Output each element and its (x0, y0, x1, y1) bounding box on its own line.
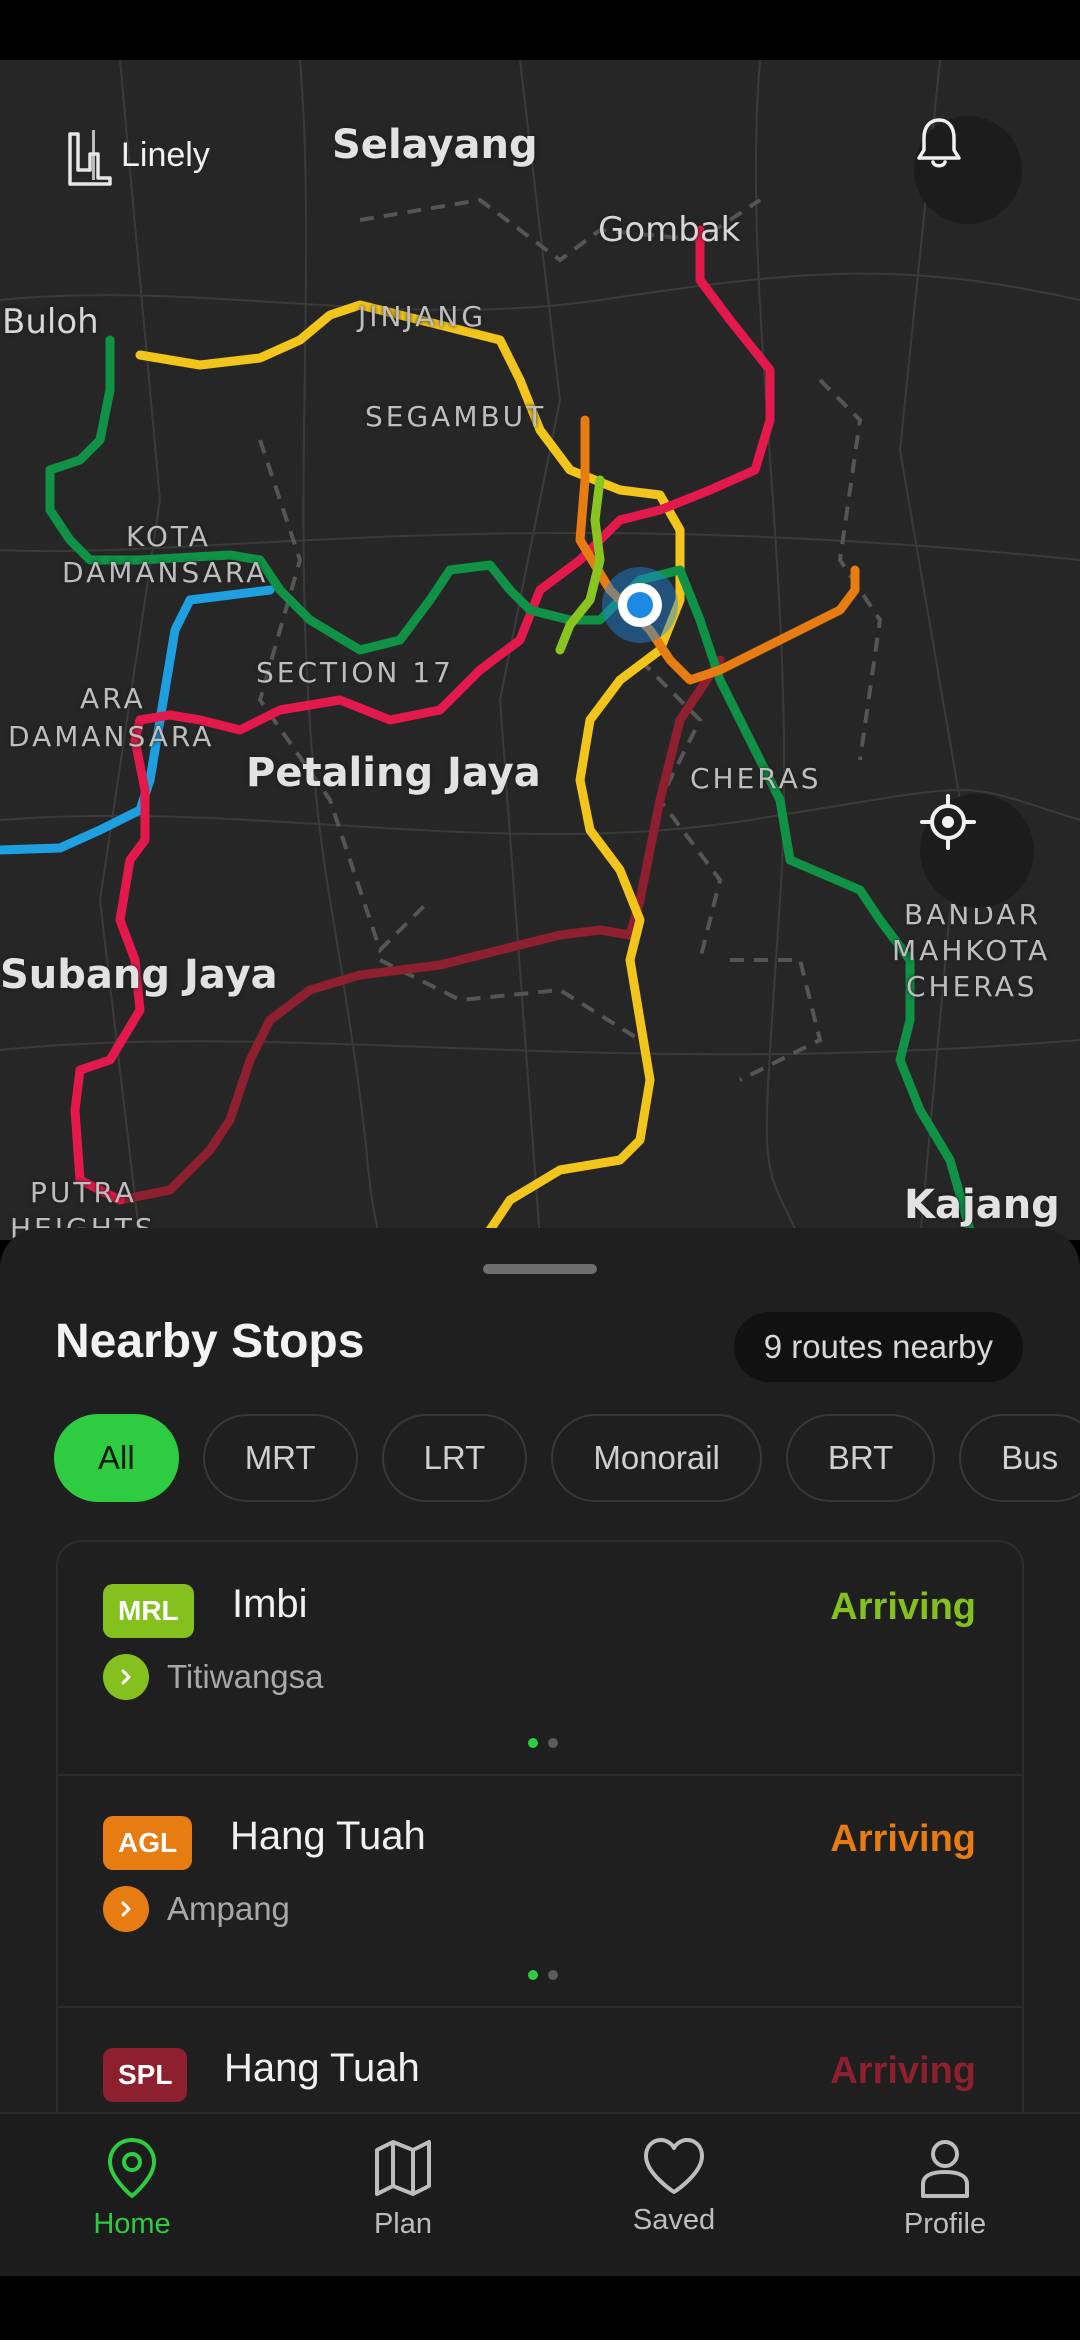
filter-chip-mrt[interactable]: MRT (202, 1414, 358, 1502)
stop-card-imbi[interactable]: MRL Imbi Arriving Titiwangsa (58, 1542, 1022, 1776)
map-label-kajang: Kajang (904, 1182, 1060, 1228)
map-label-cheras-2: CHERAS (906, 970, 1038, 1003)
nav-plan[interactable]: Plan (313, 2136, 493, 2241)
map-label-kota-damansara: DAMANSARA (62, 556, 269, 589)
nav-profile[interactable]: Profile (855, 2136, 1035, 2241)
nearby-stops-sheet: Nearby Stops 9 routes nearby All MRT LRT… (0, 1228, 1080, 2232)
pager-dots (528, 1738, 558, 1748)
nav-home[interactable]: Home (42, 2136, 222, 2241)
nav-saved[interactable]: Saved (584, 2136, 764, 2237)
chevron-right-icon (103, 1654, 149, 1700)
map-label-ara: ARA (80, 682, 146, 715)
map-label-petaling-jaya: Petaling Jaya (246, 750, 541, 796)
stop-card-hang-tuah-agl[interactable]: AGL Hang Tuah Arriving Ampang (58, 1774, 1022, 2008)
nav-label: Plan (373, 2208, 433, 2240)
filter-chip-brt[interactable]: BRT (785, 1414, 936, 1502)
bottom-navigation: Home Plan Saved Profile (0, 2112, 1080, 2278)
nav-label: Home (93, 2208, 171, 2240)
filter-chip-bus[interactable]: Bus (959, 1414, 1080, 1502)
pager-dots (528, 1970, 558, 1980)
filter-chip-lrt[interactable]: LRT (381, 1414, 528, 1502)
map-label-jinjang: JINJANG (358, 300, 487, 333)
chevron-right-icon (103, 1886, 149, 1932)
map-canvas (0, 60, 1080, 1240)
direction-row: Titiwangsa (103, 1654, 324, 1700)
crosshair-icon (920, 794, 976, 850)
logo-icon (68, 132, 112, 186)
map-label-segambut: SEGAMBUT (365, 400, 547, 433)
bell-icon (917, 118, 961, 168)
arrival-status: Arriving (830, 2050, 976, 2092)
stop-name: Imbi (232, 1582, 308, 1626)
heart-icon (644, 2138, 704, 2194)
recenter-location-button[interactable] (920, 794, 1034, 908)
arrival-status: Arriving (830, 1586, 976, 1628)
map-label-section17: SECTION 17 (256, 656, 454, 689)
map-label-cheras: CHERAS (690, 762, 822, 795)
notifications-button[interactable] (914, 116, 1022, 224)
transit-map[interactable]: Selayang Gombak Buloh JINJANG SEGAMBUT K… (0, 60, 1080, 1240)
destination-label: Ampang (167, 1890, 290, 1927)
pager-dot (548, 1738, 558, 1748)
pager-dot-active (528, 1738, 538, 1748)
line-code-badge: AGL (103, 1816, 193, 1870)
app-name: Linely (121, 135, 210, 174)
routes-nearby-badge: 9 routes nearby (733, 1312, 1023, 1382)
pager-dot (548, 1970, 558, 1980)
road-network (0, 60, 1080, 1240)
location-pin-icon (108, 2138, 156, 2198)
map-label-gombak: Gombak (598, 210, 741, 250)
line-orange (575, 415, 860, 685)
stop-name: Hang Tuah (230, 1814, 426, 1858)
stop-name: Hang Tuah (224, 2046, 420, 2090)
sheet-title: Nearby Stops (55, 1315, 365, 1368)
nav-label: Saved (632, 2204, 716, 2236)
line-code-badge: MRL (103, 1584, 194, 1638)
map-label-buloh: Buloh (2, 302, 99, 342)
destination-label: Titiwangsa (167, 1658, 324, 1695)
map-label-ara-damansara: DAMANSARA (8, 720, 215, 753)
nav-label: Profile (903, 2208, 987, 2240)
filter-chip-monorail[interactable]: Monorail (551, 1414, 762, 1502)
user-icon (921, 2140, 969, 2198)
map-label-kota: KOTA (126, 520, 211, 553)
app-logo: Linely (66, 130, 210, 186)
system-navigation-bar (0, 2276, 1080, 2340)
filter-chips: All MRT LRT Monorail BRT Bus (54, 1414, 1080, 1502)
sheet-drag-handle[interactable] (483, 1264, 597, 1274)
pager-dot-active (528, 1970, 538, 1980)
map-label-putra: PUTRA (30, 1176, 137, 1209)
direction-row: Ampang (103, 1886, 290, 1932)
map-label-subang-jaya: Subang Jaya (0, 952, 278, 998)
map-icon (375, 2140, 431, 2196)
map-label-mahkota: MAHKOTA (892, 934, 1051, 967)
status-bar (0, 0, 1080, 60)
line-code-badge: SPL (103, 2048, 188, 2102)
map-label-selayang: Selayang (332, 122, 538, 168)
arrival-status: Arriving (830, 1818, 976, 1860)
filter-chip-all[interactable]: All (54, 1414, 179, 1502)
